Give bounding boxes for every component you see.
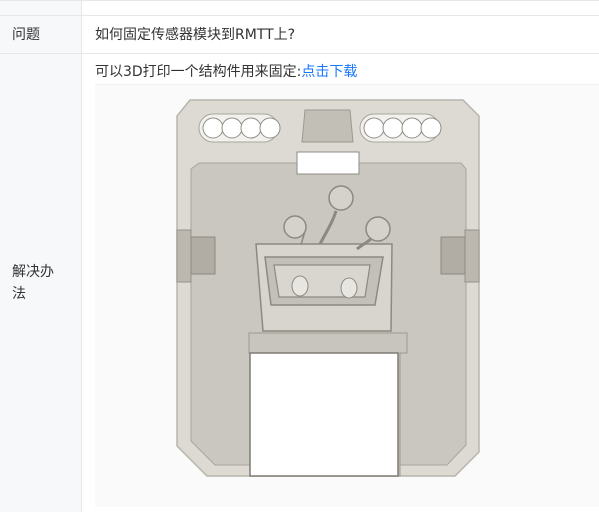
sensor-mount-image xyxy=(95,84,599,507)
download-link[interactable]: 点击下载 xyxy=(301,64,357,80)
table-header-row xyxy=(0,1,599,16)
faq-table: 问题 如何固定传感器模块到RMTT上? 解决办法 可以3D打印一个结构件用来固定… xyxy=(0,0,599,512)
solution-text: 可以3D打印一个结构件用来固定: xyxy=(95,64,302,80)
question-label: 问题 xyxy=(12,27,40,43)
header-value-cell xyxy=(83,1,599,15)
question-row: 问题 如何固定传感器模块到RMTT上? xyxy=(0,16,599,54)
solution-value-cell: 可以3D打印一个结构件用来固定:点击下载 xyxy=(83,54,599,512)
sensor-mount-drawing xyxy=(176,99,480,477)
header-label-cell xyxy=(0,1,82,15)
solution-row: 解决办法 可以3D打印一个结构件用来固定:点击下载 xyxy=(0,54,599,512)
solution-label-cell: 解决办法 xyxy=(0,54,82,512)
question-value-cell: 如何固定传感器模块到RMTT上? xyxy=(83,16,599,53)
solution-label: 解决办法 xyxy=(12,264,54,302)
question-text: 如何固定传感器模块到RMTT上? xyxy=(95,27,296,43)
question-label-cell: 问题 xyxy=(0,16,82,53)
solution-text-line: 可以3D打印一个结构件用来固定:点击下载 xyxy=(95,61,357,83)
